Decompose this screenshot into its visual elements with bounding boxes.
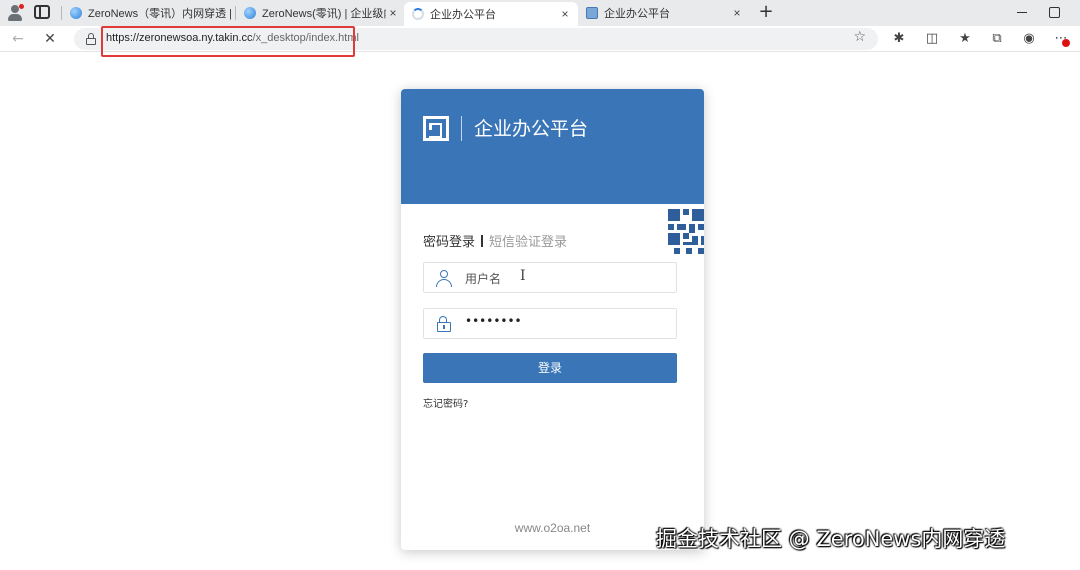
globe-icon <box>70 7 82 19</box>
platform-logo-icon <box>423 116 449 141</box>
url-highlight-box <box>101 26 355 57</box>
split-screen-icon[interactable]: ◫ <box>923 30 941 48</box>
collections-icon[interactable]: ⧉ <box>988 30 1006 48</box>
tab-strip: ZeroNews（零讯）内网穿透 | 企 ZeroNews(零讯) | 企业级内… <box>0 0 1080 26</box>
favorites-icon[interactable]: ★ <box>956 30 974 48</box>
login-card: 企业办公平台 密码登录 短信验证登录 用户名 I •••••••• 登录 忘记密码… <box>401 89 704 550</box>
password-value: •••••••• <box>465 314 522 328</box>
tab-title: ZeroNews(零讯) | 企业级内网穿 <box>262 8 386 20</box>
user-icon <box>436 270 452 287</box>
tab-password-login[interactable]: 密码登录 <box>423 235 475 250</box>
extensions-icon[interactable]: ✱ <box>890 30 908 48</box>
login-method-tabs: 密码登录 短信验证登录 <box>423 231 567 250</box>
tab-zeronews-1[interactable]: ZeroNews（零讯）内网穿透 | 企 <box>61 2 234 24</box>
profile-icon[interactable] <box>6 4 24 22</box>
password-field[interactable]: •••••••• <box>423 308 677 339</box>
unlock-icon <box>436 316 452 332</box>
globe-icon <box>244 7 256 19</box>
new-tab-button[interactable]: + <box>756 3 776 23</box>
back-button[interactable]: ← <box>8 29 28 49</box>
loading-icon <box>412 8 424 20</box>
forgot-password-link[interactable]: 忘记密码? <box>423 395 468 410</box>
tab-title: 企业办公平台 <box>430 9 496 21</box>
favorite-star-icon[interactable]: ☆ <box>853 29 866 45</box>
tab-sms-login[interactable]: 短信验证登录 <box>489 235 567 250</box>
tab-zeronews-2[interactable]: ZeroNews(零讯) | 企业级内网穿 × <box>235 2 406 24</box>
username-placeholder: 用户名 <box>465 272 502 286</box>
close-tab-icon[interactable]: × <box>386 6 400 20</box>
tab-office-platform[interactable]: 企业办公平台 × <box>578 2 750 24</box>
alert-badge-icon <box>1062 39 1070 47</box>
login-card-header: 企业办公平台 <box>401 89 704 204</box>
watermark-text: 掘金技术社区 @ ZeroNews内网穿透 <box>656 527 1006 551</box>
login-button[interactable]: 登录 <box>423 353 677 383</box>
platform-title: 企业办公平台 <box>474 118 589 140</box>
close-tab-icon[interactable]: × <box>558 7 572 21</box>
tab-actions-icon[interactable] <box>34 5 50 19</box>
tab-title: 企业办公平台 <box>604 8 670 20</box>
header-divider <box>461 116 462 141</box>
notification-dot-icon <box>19 4 24 9</box>
browser-essentials-icon[interactable]: ◉ <box>1020 30 1038 48</box>
minimize-button[interactable] <box>1012 2 1032 22</box>
qr-code-login-icon[interactable] <box>656 209 704 257</box>
page-icon <box>586 7 598 19</box>
settings-more-icon[interactable]: ⋯ <box>1052 30 1070 48</box>
close-tab-icon[interactable]: × <box>730 6 744 20</box>
text-cursor-icon: I <box>520 268 526 284</box>
maximize-button[interactable] <box>1044 2 1064 22</box>
login-tab-divider <box>481 235 484 247</box>
tab-title: ZeroNews（零讯）内网穿透 | 企 <box>88 8 234 20</box>
stop-loading-button[interactable]: ✕ <box>40 29 60 49</box>
tab-office-platform-active[interactable]: 企业办公平台 × <box>404 2 578 26</box>
username-field[interactable]: 用户名 I <box>423 262 677 293</box>
lock-icon[interactable] <box>86 33 96 45</box>
